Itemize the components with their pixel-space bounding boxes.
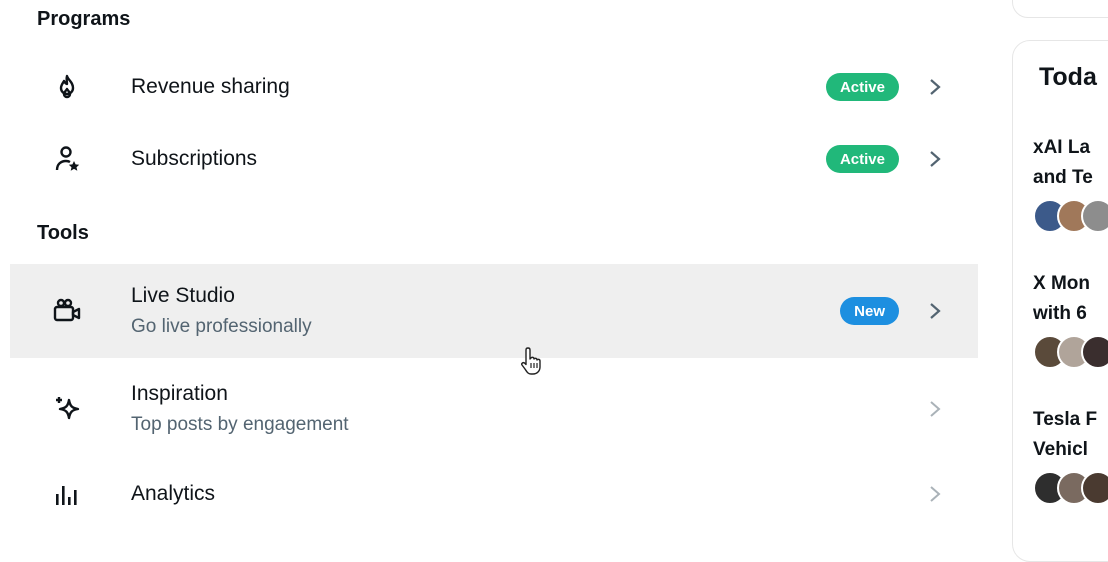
flame-icon [52,72,82,102]
todays-news-card: Toda xAI La and Te X Mon with 6 Tesla F … [1012,40,1108,562]
avatar [1081,199,1108,233]
new-badge: New [840,297,899,325]
news-story[interactable]: xAI La and Te [1033,133,1108,233]
creator-tools-panel: Programs Revenue sharing Active Subscrip… [0,0,990,533]
row-subscriptions[interactable]: Subscriptions Active [10,127,978,191]
avatar [1081,471,1108,505]
row-sublabel: Go live professionally [131,316,312,337]
row-revenue-sharing[interactable]: Revenue sharing Active [10,55,978,119]
avatar [1081,335,1108,369]
story-title: xAI La and Te [1033,137,1093,188]
row-label: Analytics [131,482,216,505]
row-sublabel: Top posts by engagement [131,414,349,435]
news-story[interactable]: Tesla F Vehicl [1033,405,1108,505]
card-header: Toda [1039,63,1097,91]
chevron-right-icon [930,486,941,502]
programs-heading: Programs [37,8,131,30]
row-live-studio[interactable]: Live Studio Go live professionally New [10,264,978,358]
pointer-hand-icon [521,347,541,375]
news-story[interactable]: X Mon with 6 [1033,269,1108,369]
row-inspiration[interactable]: Inspiration Top posts by engagement [10,362,978,456]
row-label: Live Studio [131,284,235,307]
video-camera-icon [52,296,82,326]
row-label: Revenue sharing [131,75,290,98]
row-label: Subscriptions [131,147,258,170]
chevron-right-icon [930,151,941,167]
avatar-stack [1033,471,1108,505]
status-badge: Active [825,145,899,173]
search-box-edge [1012,0,1108,18]
row-analytics[interactable]: Analytics [10,462,978,526]
story-title: Tesla F Vehicl [1033,409,1098,460]
person-star-icon [52,144,82,174]
story-title: X Mon with 6 [1033,273,1090,324]
avatar-stack [1033,335,1108,369]
avatar-stack [1033,199,1108,233]
row-label: Inspiration [131,382,228,405]
chevron-right-icon [930,303,941,319]
bar-chart-icon [52,479,82,509]
tools-heading: Tools [37,222,89,244]
status-badge: Active [825,73,899,101]
chevron-right-icon [930,401,941,417]
chevron-right-icon [930,79,941,95]
sparkle-icon [52,394,82,424]
